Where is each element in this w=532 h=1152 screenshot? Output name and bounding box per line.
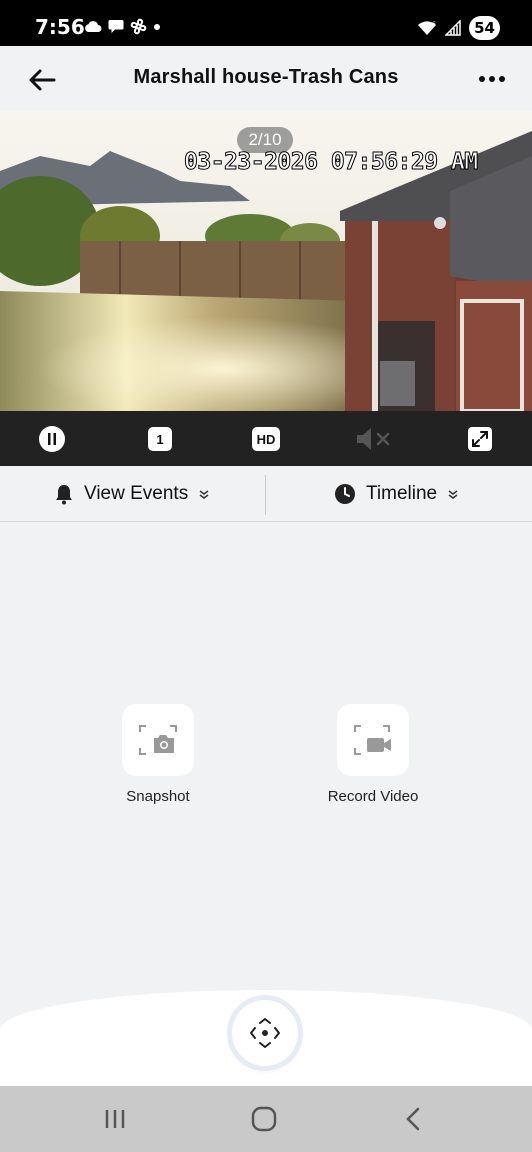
svg-text:6: 6 xyxy=(432,21,436,28)
status-system-icons: 6 54 xyxy=(417,16,500,40)
fan-icon xyxy=(130,18,147,35)
wifi-icon: 6 xyxy=(418,21,436,35)
app-header: Marshall house-Trash Cans xyxy=(0,46,532,111)
fullscreen-button[interactable] xyxy=(466,425,494,453)
bell-icon xyxy=(56,485,72,505)
cloud-icon xyxy=(85,21,102,32)
page-title: Marshall house-Trash Cans xyxy=(133,66,399,88)
channel-label: 1 xyxy=(148,427,172,451)
clock-icon xyxy=(335,484,355,504)
speaker-muted-icon xyxy=(357,428,390,450)
recent-apps-button[interactable] xyxy=(99,1104,131,1134)
chevron-down-icon xyxy=(199,490,209,499)
tab-divider xyxy=(265,475,266,515)
tab-view-events[interactable]: View Events xyxy=(54,466,210,522)
tab-timeline-label: Timeline xyxy=(366,483,438,504)
status-bar: 7:56 6 54 xyxy=(0,0,532,46)
channel-button[interactable]: 1 xyxy=(146,425,174,453)
tab-view-events-label: View Events xyxy=(84,483,189,504)
status-time: 7:56 xyxy=(35,15,85,39)
signal-icon xyxy=(445,20,461,36)
view-tabs: View Events Timeline xyxy=(0,466,532,522)
chat-icon xyxy=(108,20,124,33)
system-nav-bar xyxy=(0,1086,532,1152)
pause-button[interactable] xyxy=(38,425,66,453)
mute-button[interactable] xyxy=(355,425,391,453)
more-horizontal-icon xyxy=(479,76,505,82)
more-options-button[interactable] xyxy=(474,64,510,94)
ptz-directions-icon xyxy=(250,1018,280,1048)
pause-icon xyxy=(39,426,65,452)
chevron-down-icon xyxy=(448,490,458,499)
camera-icon xyxy=(139,725,177,755)
record-video-label: Record Video xyxy=(327,788,419,805)
home-button[interactable] xyxy=(248,1104,280,1134)
record-video-button[interactable] xyxy=(337,704,409,776)
back-chevron-icon xyxy=(406,1107,420,1131)
home-icon xyxy=(251,1106,277,1132)
video-camera-icon xyxy=(354,725,391,755)
video-timestamp: 03-23-2026 07:56:29 AM xyxy=(184,149,479,176)
hd-label: HD xyxy=(252,427,280,451)
battery-level: 54 xyxy=(474,19,495,37)
snapshot-button[interactable] xyxy=(122,704,194,776)
recent-apps-icon xyxy=(105,1110,125,1128)
video-controls-bar: 1 HD xyxy=(0,411,532,466)
status-notification-icons xyxy=(84,18,161,35)
camera-live-view[interactable]: 2/10 03-23-2026 07:56:29 AM xyxy=(0,111,532,411)
hd-quality-button[interactable]: HD xyxy=(252,425,280,453)
battery-icon: 54 xyxy=(469,16,500,40)
snapshot-label: Snapshot xyxy=(126,788,190,805)
system-back-button[interactable] xyxy=(397,1104,429,1134)
tab-timeline[interactable]: Timeline xyxy=(334,466,459,522)
fullscreen-icon xyxy=(468,427,492,451)
ptz-control-button[interactable] xyxy=(232,1000,298,1066)
dot-icon xyxy=(154,23,160,30)
